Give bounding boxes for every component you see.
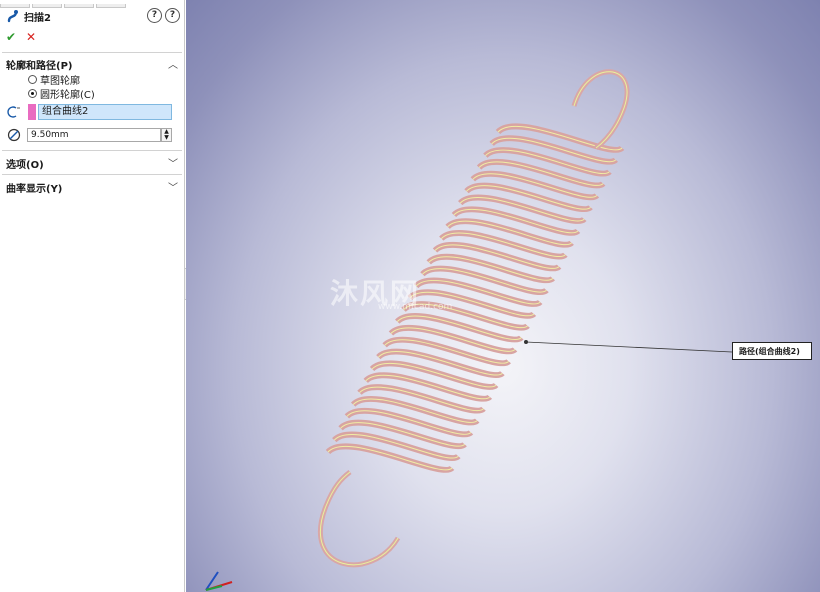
radio-label: 圆形轮廓(C) [40, 90, 95, 101]
diameter-icon [7, 128, 21, 142]
radio-label: 草图轮廓 [40, 76, 80, 87]
spring-model [205, 69, 733, 591]
diameter-spinner[interactable]: ▲ ▼ [161, 128, 172, 142]
feature-header: 扫描2 [6, 8, 51, 24]
feature-title: 扫描2 [24, 12, 51, 24]
divider [2, 52, 182, 53]
curvature-display-header[interactable]: 曲率显示(Y) [6, 180, 62, 195]
path-icon [7, 106, 20, 118]
path-callout-label[interactable]: 路径(组合曲线2) [732, 342, 812, 360]
chevron-down-icon[interactable]: ﹀ [168, 179, 178, 194]
ok-button[interactable]: ✔ [6, 30, 16, 44]
divider [2, 174, 182, 175]
watermark-url: www.mfcad.com [378, 302, 453, 312]
diameter-input[interactable]: 9.50mm [27, 128, 161, 142]
sweep-feature-icon [7, 10, 18, 23]
chevron-up-icon[interactable]: ︿ [168, 56, 178, 71]
radio-selected-icon[interactable] [28, 89, 37, 98]
bottom-hook [317, 470, 401, 568]
radio-icon[interactable] [28, 75, 37, 84]
question-plus-icon[interactable]: ? [147, 8, 162, 23]
path-color-swatch [28, 104, 36, 120]
property-manager-panel: 扫描2 ? ? ✔ ✕ 轮廓和路径(P) ︿ 草图轮廓 圆形轮廓(C) 组合曲线… [0, 0, 185, 592]
options-header[interactable]: 选项(O) [6, 156, 44, 171]
coil [325, 443, 455, 473]
callout-leader [525, 341, 733, 353]
cancel-button[interactable]: ✕ [26, 30, 36, 44]
circular-profile-radio[interactable]: 圆形轮廓(C) [28, 86, 95, 101]
question-icon[interactable]: ? [165, 8, 180, 23]
divider [2, 150, 182, 151]
top-hook [571, 69, 630, 150]
chevron-down-icon[interactable]: ﹀ [168, 155, 178, 170]
profile-path-header[interactable]: 轮廓和路径(P) [6, 57, 72, 72]
axis-triad-icon [205, 571, 233, 591]
path-selection-field[interactable]: 组合曲线2 [38, 104, 172, 120]
sketch-profile-radio[interactable]: 草图轮廓 [28, 72, 80, 87]
panel-tabs[interactable] [0, 0, 150, 8]
graphics-viewport[interactable]: 沐风网 www.mfcad.com [186, 0, 820, 592]
